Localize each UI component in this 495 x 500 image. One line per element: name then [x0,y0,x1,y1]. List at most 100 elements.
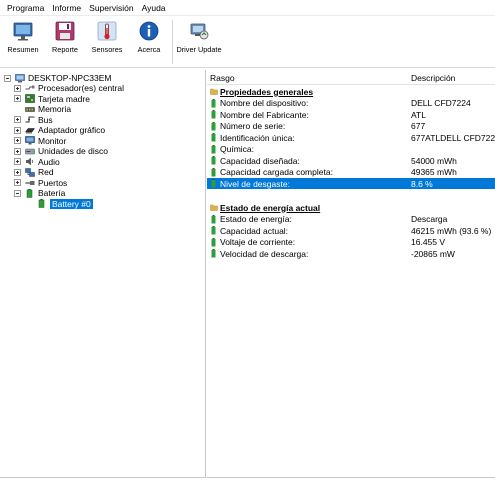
tree-item-monitor[interactable]: Monitor [14,136,66,147]
battery-icon [211,167,216,176]
tree-item-label-selected: Battery #0 [50,198,93,209]
info-icon [139,21,159,41]
tree-root[interactable]: DESKTOP-NPC33EM [4,73,111,84]
tree-item-label: Audio [38,156,60,167]
reporte-button[interactable]: Reporte [44,19,86,65]
acerca-label: Acerca [137,45,161,54]
sensores-button[interactable]: Sensores [86,19,128,65]
menu-ayuda[interactable]: Ayuda [138,0,170,16]
menu-programa[interactable]: Programa [3,0,48,16]
tree-item-unidades-disco[interactable]: Unidades de disco [14,146,108,157]
property-name: Número de serie: [220,121,286,131]
tree-item-tarjeta-madre[interactable]: Tarjeta madre [14,94,90,105]
property-name: Nombre del Fabricante: [220,109,309,120]
property-value: 677ATLDELL CFD7224 [411,132,495,143]
tree-item-adaptador-grafico[interactable]: Adaptador gráfico [14,125,105,136]
property-name: Química: [220,144,255,154]
expand-icon[interactable] [14,84,21,92]
property-value: 49365 mWh [411,167,457,177]
property-name: Capacidad actual: [220,225,289,236]
tree-item-label: Unidades de disco [38,146,108,157]
property-name: Velocidad de descarga: [220,248,309,259]
resumen-button[interactable]: Resumen [2,19,44,65]
battery-icon [211,214,216,223]
acerca-button[interactable]: Acerca [128,19,170,65]
property-row[interactable]: Capacidad cargada completa: 49365 mWh [207,167,495,178]
property-row[interactable]: Química: [207,144,495,155]
menu-bar: Programa Informe Supervisión Ayuda [0,0,495,16]
tree-item-battery-0[interactable]: Battery #0 [37,198,93,210]
memory-icon [25,107,35,112]
tree-item-label: Bus [38,114,53,125]
section-title: Estado de energía actual [220,202,321,213]
property-value: 54000 mWh [411,155,457,166]
tree-item-label: Batería [38,188,66,199]
tree-item-procesador[interactable]: Procesador(es) central [14,83,124,94]
battery-icon [211,226,216,235]
property-row[interactable]: Capacidad diseñada: 54000 mWh [207,155,495,166]
expand-icon[interactable] [14,168,21,176]
property-value: 8.6 % [411,178,433,189]
expand-icon[interactable] [14,137,21,145]
property-row[interactable]: Nombre del Fabricante: ATL [207,109,495,120]
property-row[interactable]: Capacidad actual: 46215 mWh (93.6 %) [207,225,495,236]
tree-item-audio[interactable]: Audio [14,157,60,168]
property-row[interactable]: Velocidad de descarga: -20865 mW [207,248,495,259]
cpu-icon [25,85,35,90]
section-title: Propiedades generales [220,86,314,97]
battery-icon [211,144,216,153]
menu-supervision[interactable]: Supervisión [85,0,137,16]
expand-icon[interactable] [14,179,21,187]
property-name: Estado de energía: [220,214,292,224]
property-name: Identificación única: [220,132,295,143]
tree-item-red[interactable]: Red [14,167,54,178]
property-row[interactable]: Voltaje de corriente: 16.455 V [207,237,495,248]
column-header-descripcion[interactable]: Descripción [411,73,455,83]
battery-icon [38,199,45,208]
column-header-rasgo[interactable]: Rasgo [210,73,235,83]
expand-icon[interactable] [14,147,21,155]
property-value: 46215 mWh (93.6 %) [411,225,492,236]
device-tree[interactable]: DESKTOP-NPC33EM Procesador(es) central T… [0,70,206,478]
port-connector-icon [25,181,35,186]
property-name: Nivel de desgaste: [220,178,290,189]
graphics-card-icon [25,128,35,134]
battery-icon [211,133,216,142]
collapse-icon[interactable] [14,189,21,197]
tree-item-label: Adaptador gráfico [38,125,106,136]
property-list[interactable]: Rasgo Descripción Propiedades generales … [207,70,495,478]
section-header-power-state[interactable]: Estado de energía actual [207,202,495,213]
property-row[interactable]: Nombre del dispositivo: DELL CFD7224 [207,98,495,109]
property-row[interactable]: Identificación única: 677ATLDELL CFD7224 [207,132,495,143]
expand-icon[interactable] [14,116,21,124]
driver-update-button[interactable]: Driver Update [175,19,223,65]
property-row-selected[interactable]: Nivel de desgaste: 8.6 % [207,178,495,189]
tree-item-bateria[interactable]: Batería [14,188,65,199]
collapse-icon[interactable] [4,74,11,82]
folder-icon [210,204,218,211]
tree-item-puertos[interactable]: Puertos [14,178,67,189]
tree-item-memoria[interactable]: Memoria [25,104,71,115]
property-value: -20865 mW [411,248,455,259]
driver-update-icon [190,23,209,40]
resumen-label: Resumen [7,45,39,54]
column-header: Rasgo Descripción [207,70,495,85]
tree-item-label: Procesador(es) central [38,83,124,94]
section-header-general[interactable]: Propiedades generales [207,86,495,97]
property-value: ATL [411,109,426,120]
reporte-label: Reporte [52,45,78,54]
property-row[interactable]: Número de serie: 677 [207,121,495,132]
property-row[interactable]: Estado de energía: Descarga [207,214,495,225]
tree-item-bus[interactable]: Bus [14,115,53,126]
network-icon [25,168,35,177]
property-value: 677 [411,121,426,131]
menu-informe[interactable]: Informe [48,0,85,16]
expand-icon[interactable] [14,95,21,103]
tree-root-label: DESKTOP-NPC33EM [28,73,112,84]
expand-icon[interactable] [14,158,21,166]
tree-item-label: Monitor [38,135,67,146]
property-value: 16.455 V [411,237,446,247]
floppy-disk-icon [55,21,75,41]
expand-icon[interactable] [14,126,21,134]
motherboard-icon [25,94,35,104]
